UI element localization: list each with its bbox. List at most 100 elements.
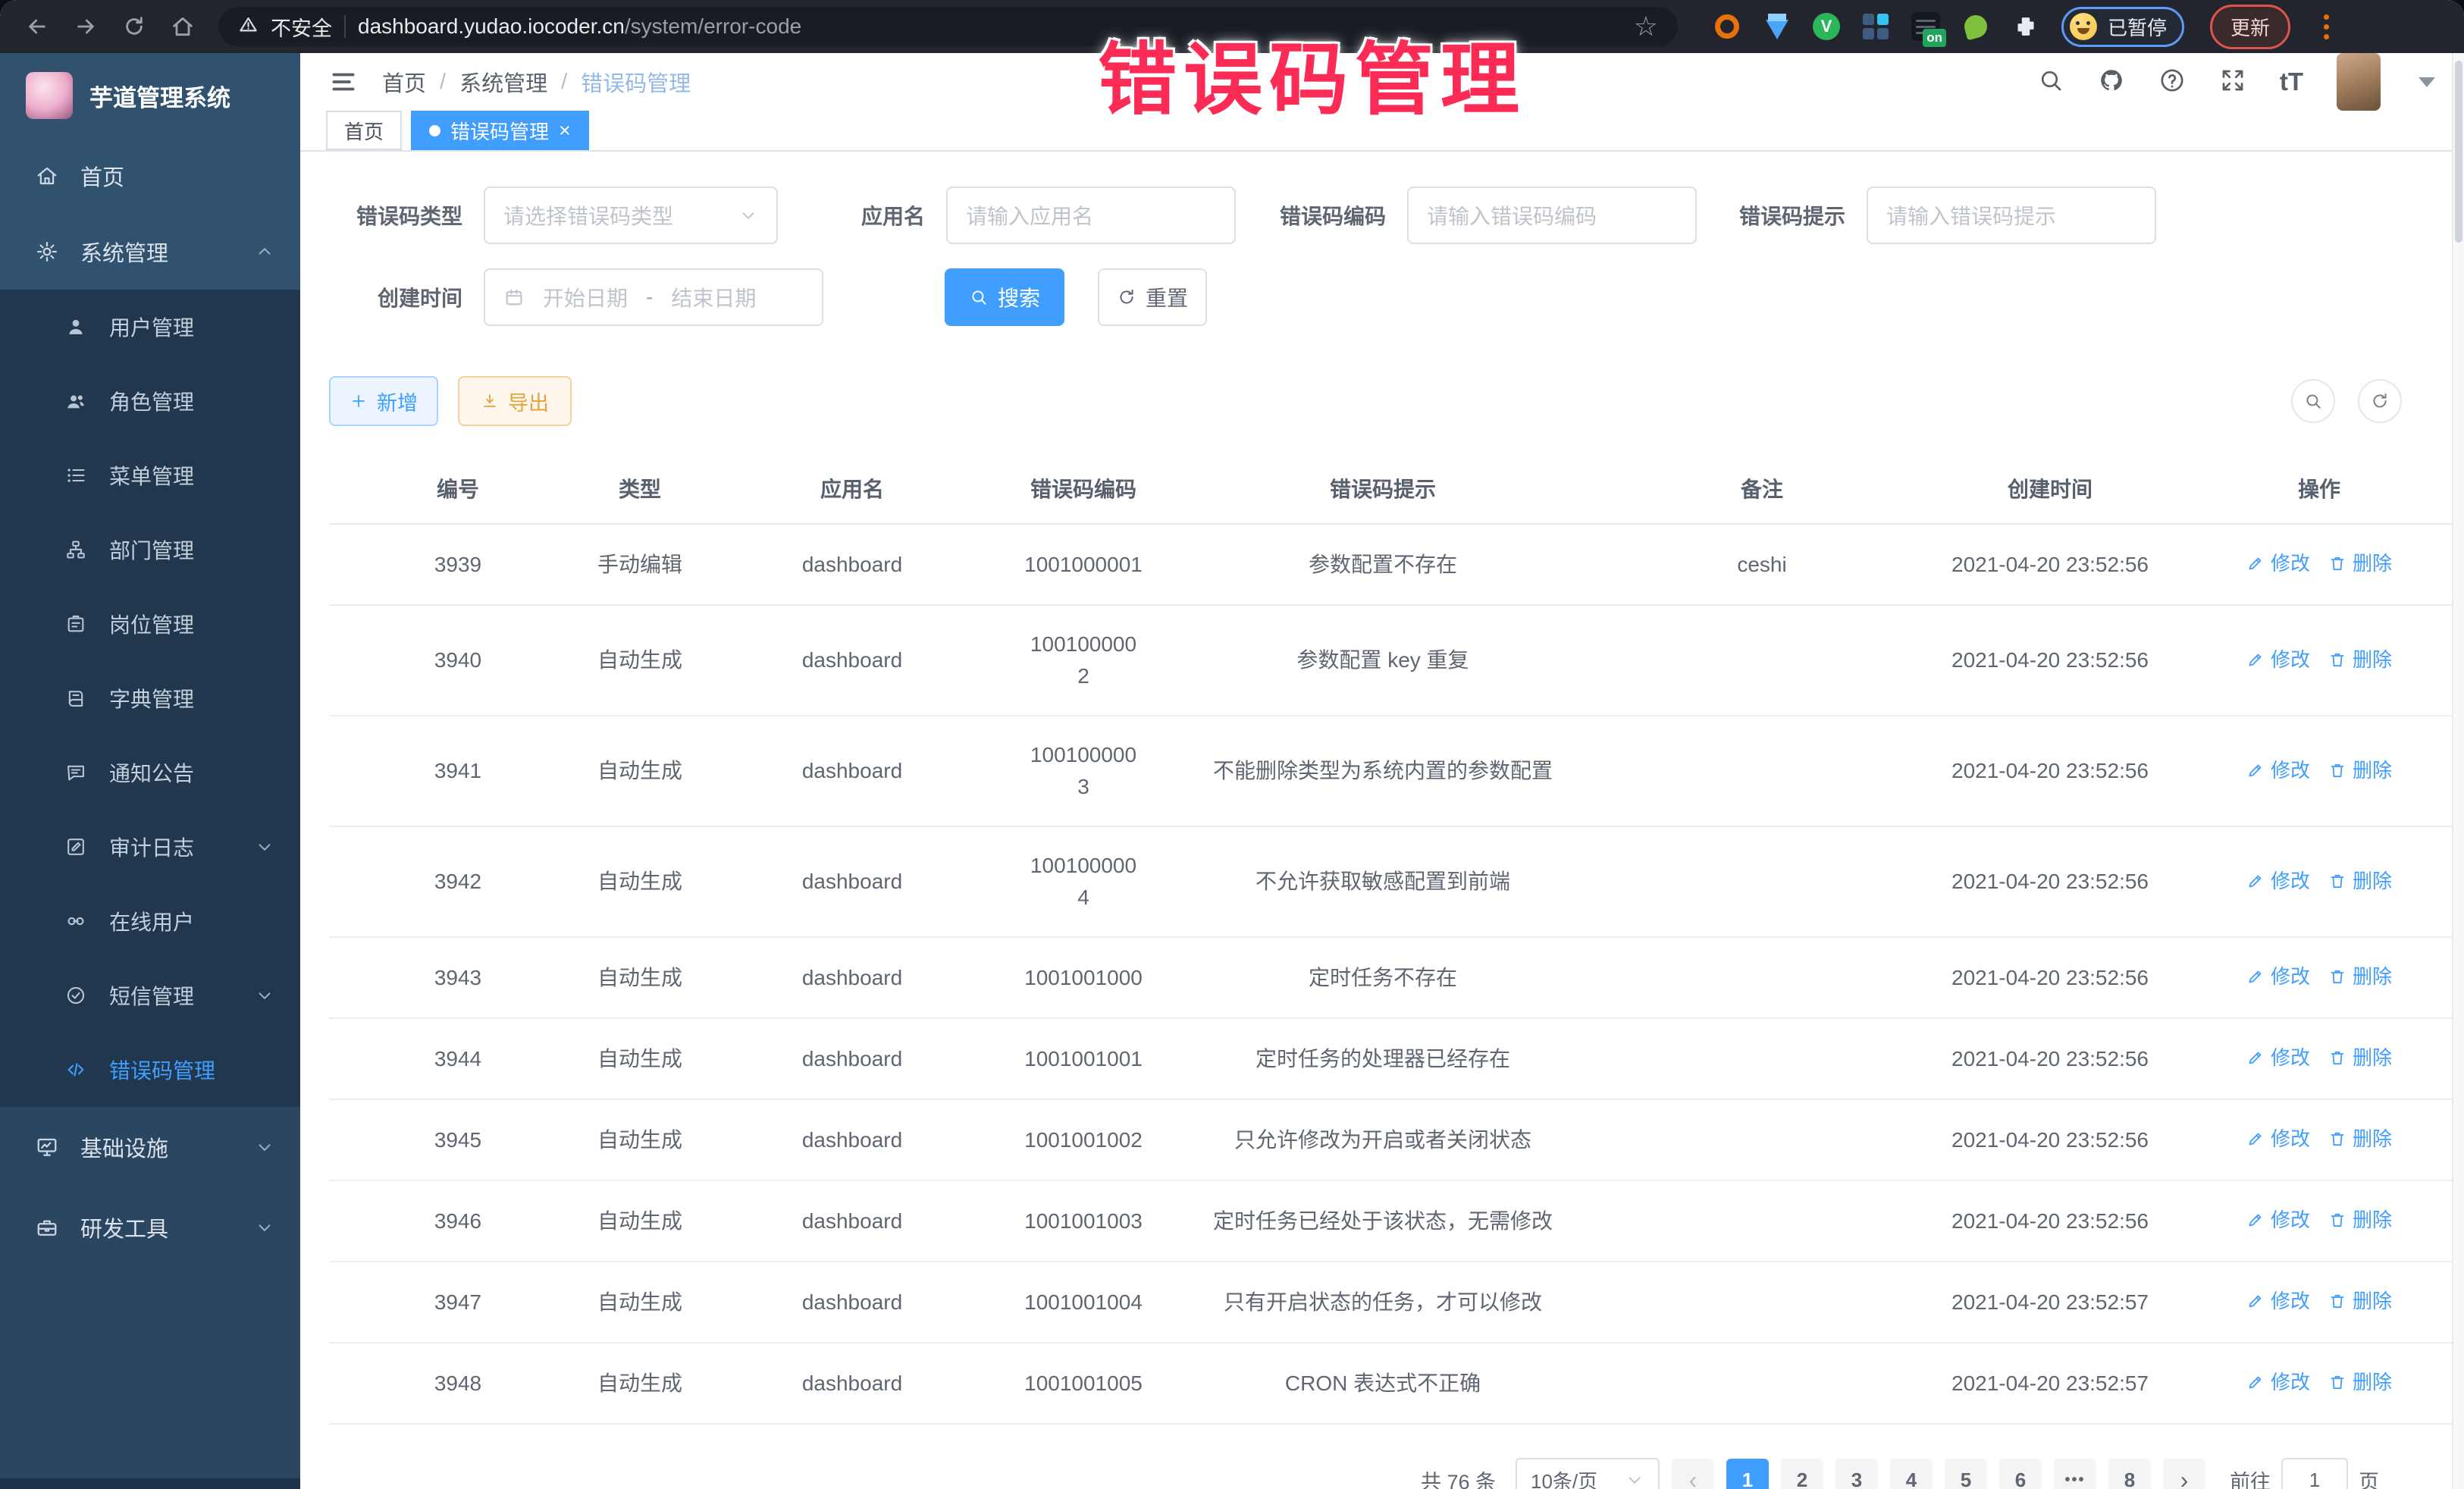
github-icon[interactable] — [2098, 67, 2125, 98]
extension-v-icon[interactable]: V — [1813, 13, 1840, 40]
sidebar-item[interactable]: 字典管理 — [0, 661, 300, 735]
avatar-caret-icon[interactable] — [2419, 77, 2435, 87]
error-hint-input[interactable]: 请输入错误码提示 — [1867, 187, 2156, 244]
edit-link[interactable]: 修改 — [2246, 1366, 2310, 1398]
security-label[interactable]: 不安全 — [271, 12, 332, 42]
sidebar-item[interactable]: 首页 — [0, 138, 300, 214]
add-button[interactable]: 新增 — [329, 376, 438, 426]
sidebar-item[interactable]: 角色管理 — [0, 364, 300, 438]
table-row: 3940自动生成dashboard1001000002参数配置 key 重复20… — [329, 605, 2452, 716]
extension-gem-icon[interactable] — [1763, 12, 1792, 41]
delete-link[interactable]: 删除 — [2328, 1204, 2392, 1236]
browser-menu-icon[interactable] — [2324, 14, 2329, 39]
page-button[interactable]: 3 — [1835, 1459, 1878, 1489]
cell-time: 2021-04-20 23:52:56 — [1914, 1018, 2187, 1099]
goto-page-input[interactable]: 1 — [2281, 1458, 2348, 1489]
user-avatar[interactable] — [2337, 53, 2381, 111]
delete-link[interactable]: 删除 — [2328, 961, 2392, 992]
profile-paused-pill[interactable]: 已暂停 — [2061, 7, 2184, 47]
page-button[interactable]: 4 — [1890, 1459, 1933, 1489]
error-code-input[interactable]: 请输入错误码编码 — [1407, 187, 1697, 244]
page-button[interactable]: 6 — [1999, 1459, 2042, 1489]
update-button[interactable]: 更新 — [2210, 5, 2290, 49]
sidebar-item[interactable]: 审计日志 — [0, 810, 300, 884]
reset-button[interactable]: 重置 — [1098, 268, 1207, 326]
delete-link[interactable]: 删除 — [2328, 547, 2392, 579]
breadcrumb-item[interactable]: 错误码管理 — [581, 66, 691, 98]
sidebar-item[interactable]: 通知公告 — [0, 735, 300, 810]
edit-link[interactable]: 修改 — [2246, 754, 2310, 786]
breadcrumb-item[interactable]: 首页 — [382, 66, 426, 98]
reload-icon[interactable] — [114, 6, 155, 47]
delete-link[interactable]: 删除 — [2328, 1123, 2392, 1155]
date-range-picker[interactable]: 开始日期 - 结束日期 — [484, 268, 823, 326]
page-button[interactable]: 8 — [2108, 1459, 2151, 1489]
fullscreen-icon[interactable] — [2219, 67, 2246, 98]
extension-grid-icon[interactable] — [1861, 12, 1890, 41]
delete-link[interactable]: 删除 — [2328, 1042, 2392, 1074]
tab-error-code[interactable]: 错误码管理 × — [411, 111, 589, 150]
app-logo[interactable]: 芋道管理系统 — [0, 53, 300, 138]
sidebar-item[interactable]: 基础设施 — [0, 1107, 300, 1187]
edit-link[interactable]: 修改 — [2246, 644, 2310, 676]
sidebar-item[interactable]: 在线用户 — [0, 884, 300, 958]
page-more-button[interactable]: ••• — [2054, 1459, 2096, 1489]
font-size-icon[interactable]: tT — [2280, 67, 2303, 96]
error-type-label: 错误码类型 — [329, 200, 462, 230]
sidebar-item[interactable]: 短信管理 — [0, 958, 300, 1033]
edit-link[interactable]: 修改 — [2246, 1204, 2310, 1236]
page-button[interactable]: 2 — [1781, 1459, 1823, 1489]
hamburger-icon[interactable] — [329, 67, 358, 96]
delete-link[interactable]: 删除 — [2328, 1285, 2392, 1317]
bookmark-star-icon[interactable]: ☆ — [1634, 13, 1658, 40]
extension-key-icon[interactable] — [1961, 12, 1990, 41]
col-time: 创建时间 — [1914, 458, 2187, 524]
page-button[interactable]: 1 — [1726, 1459, 1769, 1489]
sidebar-item[interactable]: 菜单管理 — [0, 438, 300, 513]
tab-close-icon[interactable]: × — [559, 121, 571, 141]
edit-link[interactable]: 修改 — [2246, 1123, 2310, 1155]
delete-link[interactable]: 删除 — [2328, 1366, 2392, 1398]
home-nav-icon[interactable] — [162, 6, 203, 47]
extension-list-icon[interactable]: on — [1911, 12, 1940, 41]
forward-icon[interactable] — [65, 6, 106, 47]
edit-link[interactable]: 修改 — [2246, 865, 2310, 897]
sidebar-collapse-bar[interactable] — [0, 1478, 300, 1489]
extensions-puzzle-icon[interactable] — [2011, 12, 2040, 41]
error-type-select[interactable]: 请选择错误码类型 — [484, 187, 778, 244]
sidebar-item[interactable]: 研发工具 — [0, 1187, 300, 1268]
page-buttons: 123456 ••• 8 — [1726, 1459, 2151, 1489]
sidebar-item[interactable]: 错误码管理 — [0, 1033, 300, 1107]
delete-link[interactable]: 删除 — [2328, 754, 2392, 786]
export-button[interactable]: 导出 — [458, 376, 572, 426]
edit-link[interactable]: 修改 — [2246, 547, 2310, 579]
edit-link[interactable]: 修改 — [2246, 1285, 2310, 1317]
edit-link[interactable]: 修改 — [2246, 1042, 2310, 1074]
edit-link[interactable]: 修改 — [2246, 961, 2310, 992]
breadcrumb-item[interactable]: 系统管理 — [459, 66, 547, 98]
sidebar-item-label: 用户管理 — [109, 312, 194, 342]
app-name-input[interactable]: 请输入应用名 — [946, 187, 1236, 244]
scrollbar-thumb[interactable] — [2455, 61, 2462, 243]
search-icon[interactable] — [2037, 67, 2064, 98]
delete-link[interactable]: 删除 — [2328, 865, 2392, 897]
sidebar-item[interactable]: 用户管理 — [0, 290, 300, 364]
help-icon[interactable] — [2158, 67, 2186, 98]
toggle-search-icon[interactable] — [2291, 379, 2335, 423]
back-icon[interactable] — [17, 6, 58, 47]
sidebar-item[interactable]: 岗位管理 — [0, 587, 300, 661]
search-button[interactable]: 搜索 — [945, 268, 1064, 326]
refresh-icon[interactable] — [2358, 379, 2402, 423]
sidebar-item[interactable]: 部门管理 — [0, 513, 300, 587]
create-time-label: 创建时间 — [329, 282, 462, 312]
page-size-select[interactable]: 10条/页 — [1516, 1458, 1660, 1489]
next-page-button[interactable]: › — [2163, 1459, 2205, 1489]
sidebar-item[interactable]: 系统管理 — [0, 214, 300, 290]
scrollbar[interactable] — [2452, 53, 2464, 1489]
prev-page-button[interactable]: ‹ — [1672, 1459, 1714, 1489]
page-url[interactable]: dashboard.yudao.iocoder.cn/system/error-… — [358, 14, 801, 39]
delete-link[interactable]: 删除 — [2328, 644, 2392, 676]
page-button[interactable]: 5 — [1945, 1459, 1987, 1489]
extension-ring-icon[interactable] — [1713, 12, 1741, 41]
tab-home[interactable]: 首页 — [326, 111, 402, 150]
